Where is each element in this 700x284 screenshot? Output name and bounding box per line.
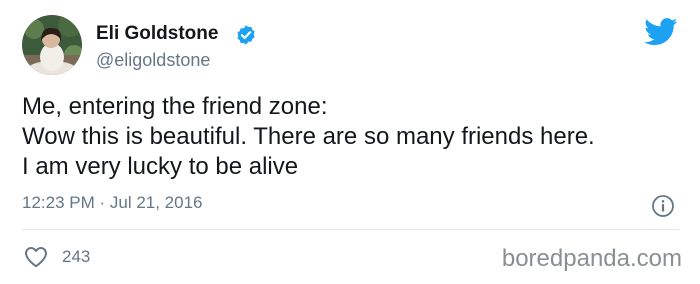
tweet-line: Me, entering the friend zone:	[22, 93, 328, 120]
display-name[interactable]: Eli Goldstone	[96, 22, 218, 46]
heart-icon	[25, 247, 47, 268]
tweet-text: Me, entering the friend zone: Wow this i…	[22, 92, 687, 182]
tweet-line: Wow this is beautiful. There are so many…	[22, 123, 595, 150]
source-watermark: boredpanda.com	[501, 245, 682, 272]
tweet-timestamp[interactable]: 12:23 PM · Jul 21, 2016	[22, 192, 203, 214]
user-handle[interactable]: @eligoldstone	[96, 49, 210, 71]
like-count: 243	[62, 247, 91, 266]
like-button[interactable]: 243	[24, 245, 90, 269]
avatar-photo	[22, 15, 82, 75]
info-icon[interactable]	[651, 194, 675, 218]
tweet-line: I am very lucky to be alive	[22, 153, 299, 180]
tweet-card: Eli Goldstone @eligoldstone Me, entering…	[0, 0, 700, 284]
divider	[22, 229, 679, 230]
twitter-bird-icon[interactable]	[644, 18, 678, 46]
avatar[interactable]	[22, 15, 82, 75]
verified-badge-icon	[237, 25, 255, 45]
